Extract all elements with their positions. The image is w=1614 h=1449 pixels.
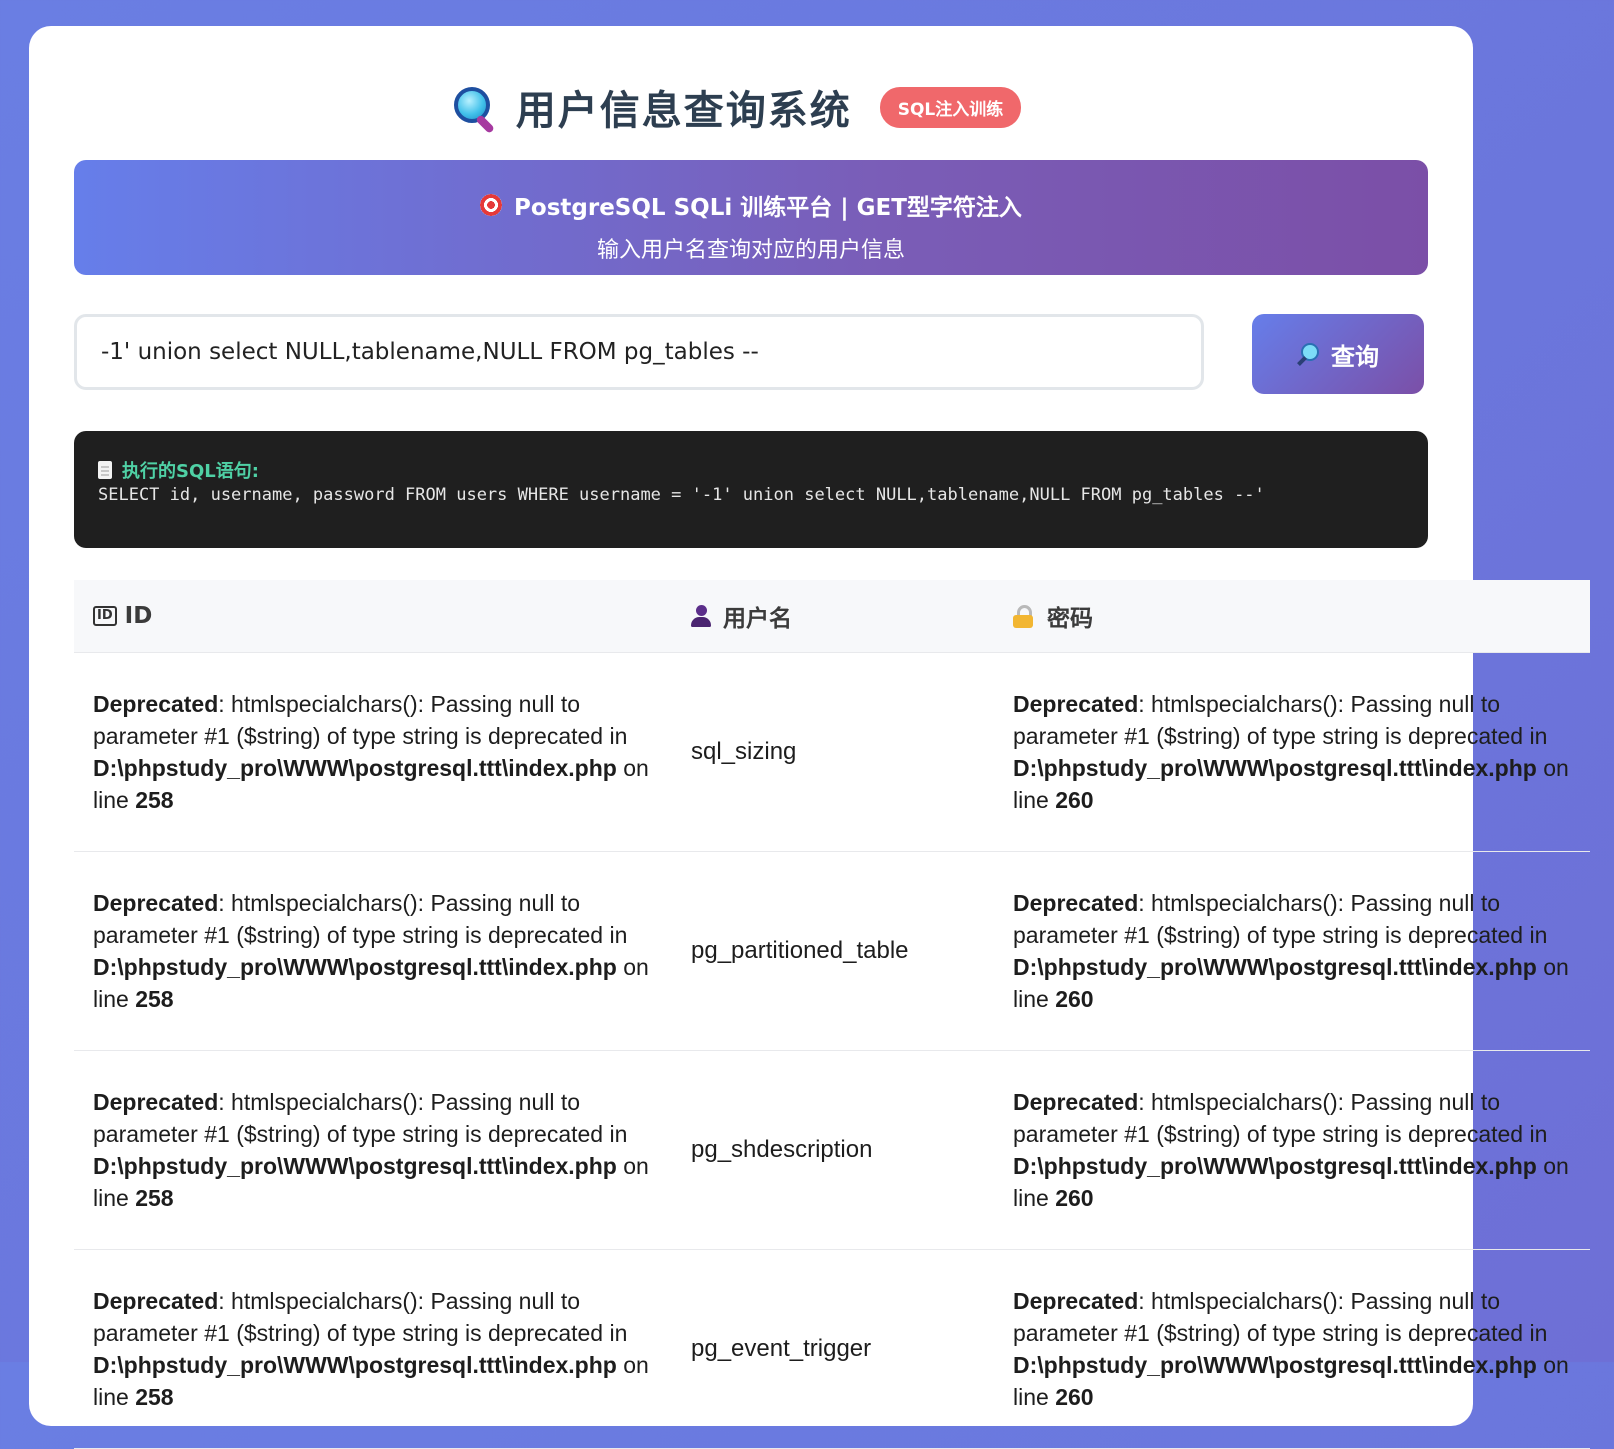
- cell-password: Deprecated: htmlspecialchars(): Passing …: [1013, 1288, 1569, 1410]
- info-banner: PostgreSQL SQLi 训练平台 | GET型字符注入 输入用户名查询对…: [74, 160, 1428, 275]
- document-icon: [98, 461, 112, 479]
- search-icon: [1297, 343, 1319, 366]
- sql-statement: SELECT id, username, password FROM users…: [98, 485, 1265, 505]
- table-row: Deprecated: htmlspecialchars(): Passing …: [74, 1250, 1590, 1449]
- table-row: Deprecated: htmlspecialchars(): Passing …: [74, 1051, 1590, 1250]
- cell-username: pg_shdescription: [691, 1136, 873, 1163]
- lock-icon: [1013, 605, 1033, 628]
- training-badge: SQL注入训练: [879, 86, 1022, 128]
- table-header: ID ID 用户名 密码: [74, 580, 1590, 653]
- banner-subtitle: 输入用户名查询对应的用户信息: [596, 238, 905, 263]
- cell-id: Deprecated: htmlspecialchars(): Passing …: [93, 691, 649, 813]
- query-button[interactable]: 查询: [1252, 314, 1424, 394]
- cell-username: sql_sizing: [691, 738, 797, 765]
- username-search-input[interactable]: [74, 314, 1204, 390]
- query-button-label: 查询: [1331, 342, 1379, 371]
- cell-id: Deprecated: htmlspecialchars(): Passing …: [93, 1089, 649, 1211]
- header-id: ID ID: [74, 603, 672, 629]
- cell-password: Deprecated: htmlspecialchars(): Passing …: [1013, 1089, 1569, 1211]
- header-username: 用户名: [672, 599, 994, 633]
- cell-username: pg_partitioned_table: [691, 937, 909, 964]
- magnifier-icon: [452, 85, 496, 134]
- cell-id: Deprecated: htmlspecialchars(): Passing …: [93, 1288, 649, 1410]
- sql-statement-box: 执行的SQL语句: SELECT id, username, password …: [74, 431, 1428, 548]
- results-table: ID ID 用户名 密码 Deprecated: htmlspecialchar…: [74, 580, 1590, 1449]
- user-icon: [691, 605, 711, 627]
- page-title: 用户信息查询系统: [515, 88, 852, 134]
- cell-password: Deprecated: htmlspecialchars(): Passing …: [1013, 890, 1569, 1012]
- table-row: Deprecated: htmlspecialchars(): Passing …: [74, 653, 1590, 852]
- banner-title: PostgreSQL SQLi 训练平台 | GET型字符注入: [514, 195, 1022, 221]
- cell-password: Deprecated: htmlspecialchars(): Passing …: [1013, 691, 1569, 813]
- page-header: 用户信息查询系统 SQL注入训练: [0, 78, 1473, 136]
- table-row: Deprecated: htmlspecialchars(): Passing …: [74, 852, 1590, 1051]
- target-icon: [480, 194, 503, 216]
- cell-id: Deprecated: htmlspecialchars(): Passing …: [93, 890, 649, 1012]
- id-icon: ID: [93, 606, 117, 626]
- sql-label: 执行的SQL语句:: [122, 461, 259, 482]
- cell-username: pg_event_trigger: [691, 1335, 872, 1362]
- header-password: 密码: [994, 599, 1590, 633]
